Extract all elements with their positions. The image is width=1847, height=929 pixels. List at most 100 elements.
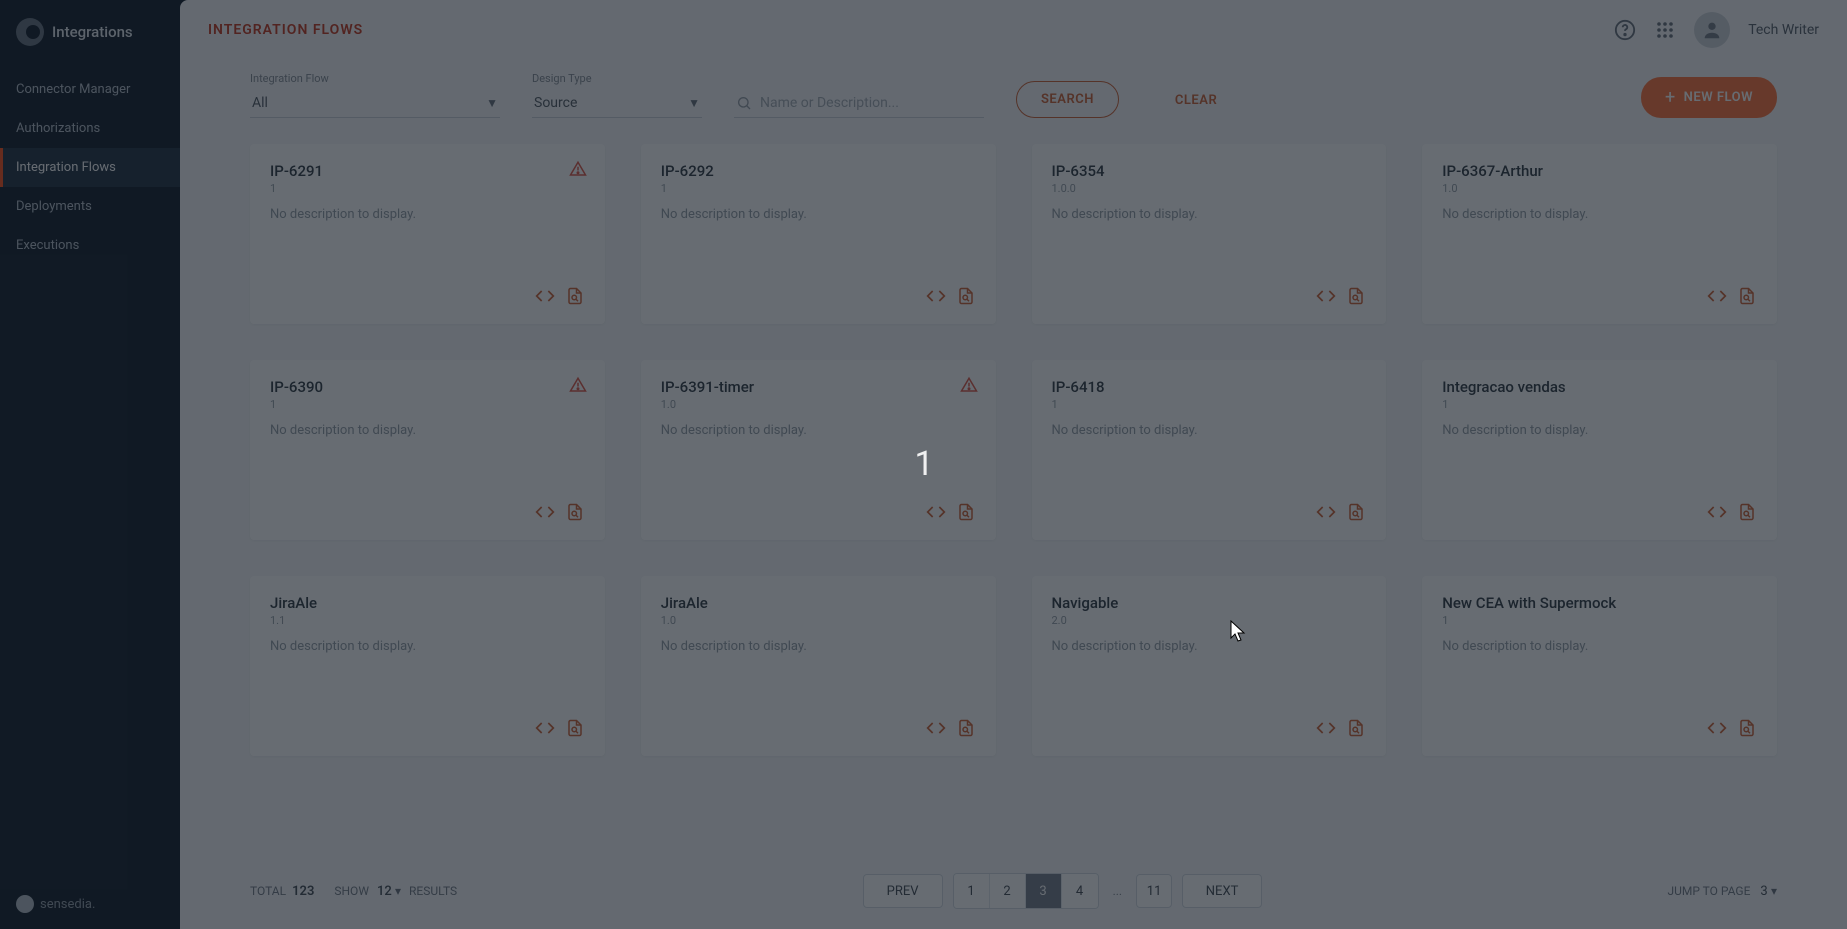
document-search-icon[interactable] [1737,718,1757,738]
document-search-icon[interactable] [1346,286,1366,306]
flow-card[interactable]: IP-63901No description to display. [250,360,605,540]
card-version: 1 [1442,398,1757,411]
page-1[interactable]: 1 [954,874,990,908]
jump-select[interactable]: 3 ▾ [1760,884,1777,899]
page-2[interactable]: 2 [990,874,1026,908]
flow-card[interactable]: IP-62911No description to display. [250,144,605,324]
filter-row: Integration Flow All ▼ Design Type Sourc… [180,60,1847,144]
card-version: 1 [270,398,585,411]
filter-flow-select[interactable]: All ▼ [250,89,500,118]
code-icon[interactable] [535,718,555,738]
code-icon[interactable] [1707,502,1727,522]
document-search-icon[interactable] [956,502,976,522]
jump-label: JUMP TO PAGE [1667,884,1750,898]
chevron-down-icon: ▾ [395,884,401,898]
show-select[interactable]: 12 ▾ [377,884,401,899]
code-icon[interactable] [1316,502,1336,522]
logo-text: Integrations [52,23,133,41]
chevron-down-icon: ▼ [486,96,498,110]
code-icon[interactable] [1316,718,1336,738]
warning-icon [569,160,587,178]
document-search-icon[interactable] [565,502,585,522]
filter-type-select[interactable]: Source ▼ [532,89,702,118]
nav-deployments[interactable]: Deployments [0,187,180,226]
card-title: Integracao vendas [1442,378,1757,396]
nav-authorizations[interactable]: Authorizations [0,109,180,148]
flow-card[interactable]: New CEA with Supermock 1 No description to… [1422,576,1777,756]
page-3[interactable]: 3 [1026,874,1062,908]
flow-card[interactable]: Navigable2.0No description to display. [1032,576,1387,756]
flow-card[interactable]: JiraAle 1.1 No description to display. [250,576,605,756]
flow-card[interactable]: IP-6391-timer1.0No description to displa… [641,360,996,540]
document-search-icon[interactable] [1346,718,1366,738]
card-title: IP-6354 [1052,162,1367,180]
filter-integration-flow: Integration Flow All ▼ [250,72,500,118]
new-flow-button[interactable]: + NEW FLOW [1641,77,1777,118]
filter-type-value: Source [534,95,577,111]
card-description: No description to display. [1442,639,1757,654]
document-search-icon[interactable] [956,286,976,306]
sidebar: Integrations Connector Manager Authoriza… [0,0,180,929]
flow-card[interactable]: IP-6367-Arthur1.0No description to displ… [1422,144,1777,324]
nav-integration-flows[interactable]: Integration Flows [0,148,180,187]
search-button[interactable]: SEARCH [1016,81,1119,118]
document-search-icon[interactable] [565,286,585,306]
avatar[interactable] [1694,12,1730,48]
brand-footer-text: sensedia. [40,897,95,912]
code-icon[interactable] [1316,286,1336,306]
code-icon[interactable] [535,286,555,306]
flow-card[interactable]: IP-63541.0.0No description to display. [1032,144,1387,324]
document-search-icon[interactable] [565,718,585,738]
code-icon[interactable] [1707,286,1727,306]
code-icon[interactable] [926,286,946,306]
code-icon[interactable] [926,502,946,522]
document-search-icon[interactable] [1737,502,1757,522]
card-version: 1.0 [661,614,976,627]
code-icon[interactable] [535,502,555,522]
show-label: SHOW [334,884,369,898]
page-last[interactable]: 11 [1136,874,1172,908]
flow-card[interactable]: IP-6292 1 No description to display. [641,144,996,324]
document-search-icon[interactable] [1346,502,1366,522]
prev-button[interactable]: PREV [863,874,943,908]
user-name: Tech Writer [1748,22,1819,38]
total-label: TOTAL [250,884,286,898]
page-4[interactable]: 4 [1062,874,1098,908]
plus-icon: + [1665,87,1676,108]
card-description: No description to display. [1052,639,1367,654]
card-title: IP-6292 [661,162,976,180]
page-group: 1234 [953,873,1099,909]
logo: Integrations [0,18,180,70]
card-description: No description to display. [1052,207,1367,222]
document-search-icon[interactable] [956,718,976,738]
cards-grid: IP-62911No description to display.IP-629… [180,144,1847,756]
card-title: IP-6418 [1052,378,1367,396]
brand-footer-icon [16,895,34,913]
card-version: 1 [1052,398,1367,411]
next-button[interactable]: NEXT [1182,874,1262,908]
nav-connector-manager[interactable]: Connector Manager [0,70,180,109]
chevron-down-icon: ▼ [688,96,700,110]
card-description: No description to display. [270,639,585,654]
document-search-icon[interactable] [1737,286,1757,306]
warning-icon [569,376,587,394]
nav-executions[interactable]: Executions [0,226,180,265]
card-version: 1.1 [270,614,585,627]
results-label: RESULTS [409,884,457,898]
code-icon[interactable] [1707,718,1727,738]
apps-icon[interactable] [1654,19,1676,41]
card-version: 1 [661,182,976,195]
code-icon[interactable] [926,718,946,738]
flow-card[interactable]: Integracao vendas1No description to disp… [1422,360,1777,540]
flow-card[interactable]: IP-64181No description to display. [1032,360,1387,540]
card-version: 1 [1442,614,1757,627]
card-title: New CEA with Supermock [1442,594,1757,612]
help-icon[interactable] [1614,19,1636,41]
card-title: JiraAle [270,594,585,612]
card-description: No description to display. [661,207,976,222]
clear-button[interactable]: CLEAR [1151,83,1241,118]
search-input[interactable] [760,95,982,111]
flow-card[interactable]: JiraAle1.0No description to display. [641,576,996,756]
total-value: 123 [292,884,314,899]
card-version: 2.0 [1052,614,1367,627]
